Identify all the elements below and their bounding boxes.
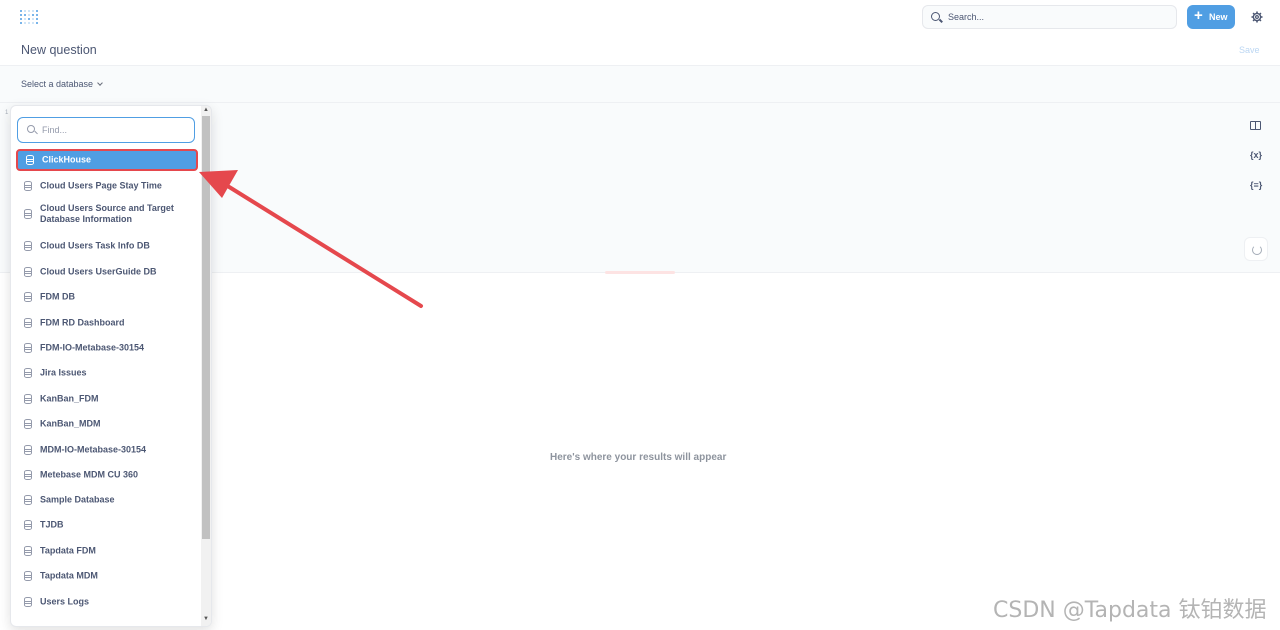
database-option-label: ClickHouse [42, 154, 92, 165]
watermark: CSDN @Tapdata 钛铂数据 [993, 598, 1267, 623]
database-option-label: Cloud Users Task Info DB [40, 240, 150, 251]
refresh-button[interactable] [1244, 237, 1268, 261]
database-option[interactable]: TJDB [16, 514, 198, 536]
question-header: New question Save [0, 35, 1280, 66]
database-option[interactable]: Tapdata FDM [16, 540, 198, 562]
find-input[interactable]: Find... [17, 117, 195, 143]
save-button[interactable]: Save [1239, 45, 1260, 55]
database-option-label: KanBan_FDM [40, 393, 99, 404]
scrollbar-thumb[interactable] [202, 116, 210, 539]
database-selector-label: Select a database [21, 79, 94, 89]
database-icon [24, 419, 32, 429]
database-option-label: Users Logs [40, 596, 90, 607]
database-option-label: KanBan_MDM [40, 418, 101, 429]
gear-icon[interactable] [1251, 11, 1263, 23]
search-input[interactable]: Search... [922, 5, 1177, 29]
database-icon [24, 445, 32, 455]
results-placeholder: Here's where your results will appear [550, 452, 727, 463]
database-icon [24, 495, 32, 505]
new-button-label: New [1209, 12, 1228, 22]
database-icon [24, 394, 32, 404]
line-number: 1 [5, 110, 9, 116]
search-icon [931, 12, 940, 21]
database-option-label: TJDB [40, 519, 64, 530]
database-icon [24, 267, 32, 277]
database-option-label: Metebase MDM CU 360 [40, 469, 139, 480]
search-icon [27, 125, 35, 133]
snippets-icon[interactable]: {≡} [1250, 180, 1262, 190]
plus-icon: + [1194, 7, 1203, 24]
database-icon [24, 181, 32, 191]
top-nav: Search... + New [0, 0, 1280, 35]
database-option-label: MDM-IO-Metabase-30154 [40, 444, 147, 455]
database-icon [24, 520, 32, 530]
database-option[interactable]: Cloud Users Page Stay Time [16, 175, 198, 197]
database-icon [24, 209, 32, 219]
editor-resize-handle[interactable] [605, 271, 675, 274]
database-option-label: Cloud Users Source and Target Database I… [40, 203, 174, 224]
database-option-label: Cloud Users Page Stay Time [40, 180, 162, 191]
search-placeholder: Search... [948, 12, 985, 22]
database-option-label: Tapdata FDM [40, 545, 96, 556]
database-option-label: FDM RD Dashboard [40, 317, 125, 328]
database-option[interactable]: FDM-IO-Metabase-30154 [16, 337, 198, 359]
database-option[interactable]: Cloud Users UserGuide DB [16, 261, 198, 283]
database-option[interactable]: ClickHouse [16, 149, 198, 171]
database-option-label: Jira Issues [40, 367, 87, 378]
database-icon [24, 597, 32, 607]
database-icon [24, 470, 32, 480]
database-selector[interactable]: Select a database [21, 79, 103, 89]
database-option[interactable]: Tapdata MDM [16, 565, 198, 587]
find-placeholder: Find... [42, 125, 68, 135]
database-icon [24, 292, 32, 302]
new-button[interactable]: + New [1187, 5, 1235, 29]
database-option-label: FDM DB [40, 291, 75, 302]
database-option-label: Cloud Users UserGuide DB [40, 266, 157, 277]
database-option[interactable]: Cloud Users Source and Target Database I… [16, 199, 198, 229]
database-option-label: Tapdata MDM [40, 570, 98, 581]
database-icon [24, 368, 32, 378]
database-option[interactable]: Sample Database [16, 489, 198, 511]
scroll-up-icon[interactable]: ▲ [203, 107, 209, 113]
database-icon [24, 241, 32, 251]
database-icon [24, 546, 32, 556]
database-option[interactable]: Metebase MDM CU 360 [16, 464, 198, 486]
chevron-down-icon [97, 80, 103, 86]
database-icon [24, 571, 32, 581]
metabase-logo-icon[interactable] [20, 10, 38, 25]
database-option[interactable]: KanBan_MDM [16, 413, 198, 435]
database-option-label: FDM-IO-Metabase-30154 [40, 342, 145, 353]
page-title: New question [21, 43, 97, 57]
database-option-label: Sample Database [40, 494, 115, 505]
database-option[interactable]: FDM DB [16, 286, 198, 308]
database-icon [24, 318, 32, 328]
database-icon [24, 343, 32, 353]
database-option[interactable]: Users Logs [16, 591, 198, 613]
data-reference-icon[interactable] [1250, 121, 1261, 130]
database-dropdown: Find... ClickHouse Cloud Users Page Stay … [10, 105, 212, 627]
scroll-down-icon[interactable]: ▼ [203, 616, 209, 622]
database-option[interactable]: Jira Issues [16, 362, 198, 384]
database-option[interactable]: KanBan_FDM [16, 388, 198, 410]
database-icon [26, 155, 34, 165]
database-option[interactable]: FDM RD Dashboard [16, 312, 198, 334]
database-bar: Select a database [0, 66, 1280, 103]
database-option[interactable]: MDM-IO-Metabase-30154 [16, 439, 198, 461]
variables-icon[interactable]: {x} [1250, 150, 1262, 160]
database-option[interactable]: Cloud Users Task Info DB [16, 235, 198, 257]
